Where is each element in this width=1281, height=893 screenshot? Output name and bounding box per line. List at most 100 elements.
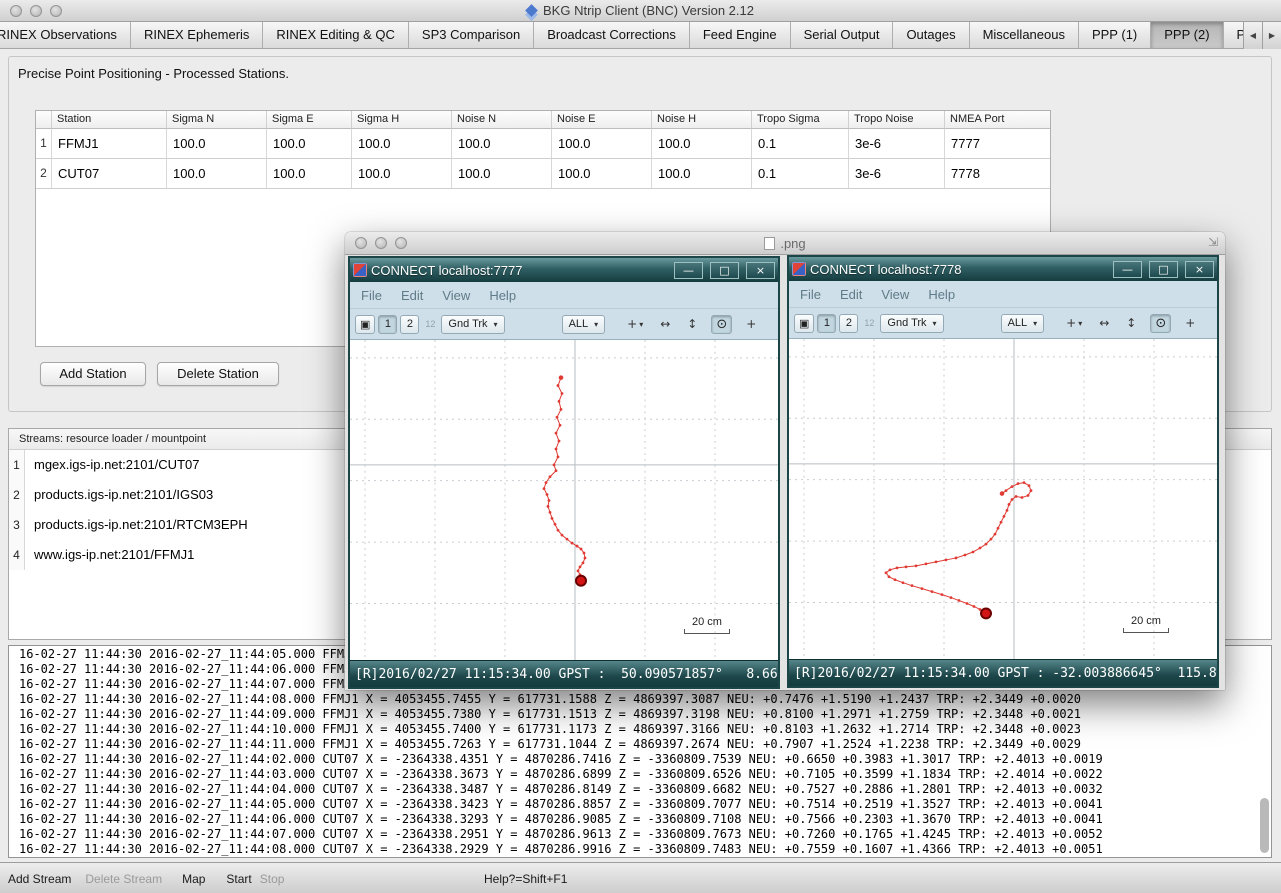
bottombar-delete-stream-button[interactable]: Delete Stream [85,872,162,886]
main-titlebar[interactable]: BKG Ntrip Client (BNC) Version 2.12 [0,0,1281,22]
table-cell[interactable]: 7777 [945,129,1050,159]
one-panel-button[interactable]: 1 [378,315,397,334]
table-cell[interactable]: 100.0 [167,159,267,189]
crosshair-button[interactable]: + [743,317,759,331]
close-window-button[interactable] [10,5,22,17]
connect-titlebar-7778[interactable]: CONNECT localhost:7778 — □ × [789,257,1217,281]
tab-ppp-2-[interactable]: PPP (2) [1151,22,1223,48]
center-view-button[interactable]: ⊙ [711,315,732,334]
menu-edit[interactable]: Edit [401,288,423,303]
two-panel-button[interactable]: 2 [400,315,419,334]
png-preview-window[interactable]: .png ⇲ CONNECT localhost:7777 — □ × File… [345,232,1225,690]
table-cell[interactable]: 100.0 [552,159,652,189]
tab-rinex-observations[interactable]: RINEX Observations [0,22,131,48]
scroll-tabs-left-button[interactable]: ◀ [1243,22,1262,49]
fit-horizontal-button[interactable]: ↔ [657,317,673,331]
crosshair-button[interactable]: + [1182,316,1198,330]
twelve-panel-button[interactable]: 12 [422,319,438,329]
table-cell[interactable]: 100.0 [267,129,352,159]
menu-view[interactable]: View [442,288,470,303]
zoom-menu-button[interactable]: + ▾ [1063,316,1085,330]
fit-vertical-button[interactable]: ↕ [684,317,700,331]
table-cell[interactable]: 100.0 [167,129,267,159]
table-cell[interactable]: 0.1 [752,159,849,189]
panes-button[interactable]: ▣ [794,314,814,333]
ground-track-plot[interactable]: 20 cm [789,338,1217,659]
table-cell[interactable]: FFMJ1 [52,129,167,159]
table-cell[interactable]: CUT07 [52,159,167,189]
table-cell[interactable]: 100.0 [652,129,752,159]
tab-broadcast-corrections[interactable]: Broadcast Corrections [534,22,690,48]
tab-rinex-editing-qc[interactable]: RINEX Editing & QC [263,22,409,48]
minimize-window-button[interactable] [375,237,387,249]
zoom-window-button[interactable] [50,5,62,17]
two-panel-button[interactable]: 2 [839,314,858,333]
log-scrollbar-thumb[interactable] [1260,798,1269,853]
twelve-panel-button[interactable]: 12 [861,318,877,328]
table-cell[interactable]: 7778 [945,159,1050,189]
table-cell[interactable]: 3e-6 [849,159,945,189]
maximize-button[interactable]: □ [710,262,739,279]
plot-svg-0[interactable] [350,340,778,660]
zoom-window-button[interactable] [395,237,407,249]
tab-miscellaneous[interactable]: Miscellaneous [970,22,1079,48]
menu-file[interactable]: File [361,288,382,303]
menu-file[interactable]: File [800,287,821,302]
menu-help[interactable]: Help [928,287,955,302]
close-window-button[interactable] [355,237,367,249]
one-panel-button[interactable]: 1 [817,314,836,333]
bottombar-start-button[interactable]: Start [226,872,251,886]
close-button[interactable]: × [746,262,775,279]
bottombar-map-button[interactable]: Map [182,872,205,886]
menu-help[interactable]: Help [489,288,516,303]
tab-ppp-1-[interactable]: PPP (1) [1079,22,1151,48]
tab-rinex-ephemeris[interactable]: RINEX Ephemeris [131,22,263,48]
table-cell[interactable]: 100.0 [267,159,352,189]
table-cell[interactable]: 100.0 [552,129,652,159]
minimize-window-button[interactable] [30,5,42,17]
minimize-button[interactable]: — [674,262,703,279]
table-cell[interactable]: 3e-6 [849,129,945,159]
connect-titlebar-7777[interactable]: CONNECT localhost:7777 — □ × [350,258,778,282]
fit-vertical-button[interactable]: ↕ [1123,316,1139,330]
bottombar-add-stream-button[interactable]: Add Stream [8,872,71,886]
log-line: 16-02-27 11:44:30 2016-02-27_11:44:06.00… [19,812,1257,827]
table-cell[interactable]: 0.1 [752,129,849,159]
connect-window-7778[interactable]: CONNECT localhost:7778 — □ × File Edit Vie… [787,255,1219,688]
minimize-button[interactable]: — [1113,261,1142,278]
table-row[interactable]: 2CUT07100.0100.0100.0100.0100.0100.00.13… [36,159,1050,189]
satellite-select[interactable]: ALL ▾ [1001,314,1045,333]
resize-icon[interactable]: ⇲ [1208,235,1218,249]
add-station-button[interactable]: Add Station [40,362,146,386]
tab-outages[interactable]: Outages [893,22,969,48]
scroll-tabs-right-button[interactable]: ▶ [1262,22,1281,49]
track-mode-select[interactable]: Gnd Trk ▾ [880,314,943,333]
menu-edit[interactable]: Edit [840,287,862,302]
table-row[interactable]: 1FFMJ1100.0100.0100.0100.0100.0100.00.13… [36,129,1050,159]
table-cell[interactable]: 100.0 [652,159,752,189]
delete-station-button[interactable]: Delete Station [157,362,279,386]
ground-track-plot[interactable]: 20 cm [350,339,778,660]
connect-window-7777[interactable]: CONNECT localhost:7777 — □ × File Edit Vie… [348,256,780,689]
tab-serial-output[interactable]: Serial Output [791,22,894,48]
maximize-button[interactable]: □ [1149,261,1178,278]
bottombar-stop-button[interactable]: Stop [260,872,285,886]
table-cell[interactable]: 100.0 [452,129,552,159]
log-line: 16-02-27 11:44:30 2016-02-27_11:44:05.00… [19,797,1257,812]
track-mode-select[interactable]: Gnd Trk ▾ [441,315,504,334]
table-cell[interactable]: 100.0 [452,159,552,189]
fit-horizontal-button[interactable]: ↔ [1096,316,1112,330]
png-titlebar[interactable]: .png ⇲ [345,232,1225,255]
center-view-button[interactable]: ⊙ [1150,314,1171,333]
satellite-select[interactable]: ALL ▾ [562,315,606,334]
table-cell[interactable]: 100.0 [352,159,452,189]
log-scrollbar[interactable] [1259,648,1269,855]
menu-view[interactable]: View [881,287,909,302]
close-button[interactable]: × [1185,261,1214,278]
table-cell[interactable]: 100.0 [352,129,452,159]
tab-sp3-comparison[interactable]: SP3 Comparison [409,22,534,48]
zoom-menu-button[interactable]: + ▾ [624,317,646,331]
tab-feed-engine[interactable]: Feed Engine [690,22,791,48]
panes-button[interactable]: ▣ [355,315,375,334]
plot-svg-1[interactable] [789,339,1217,659]
